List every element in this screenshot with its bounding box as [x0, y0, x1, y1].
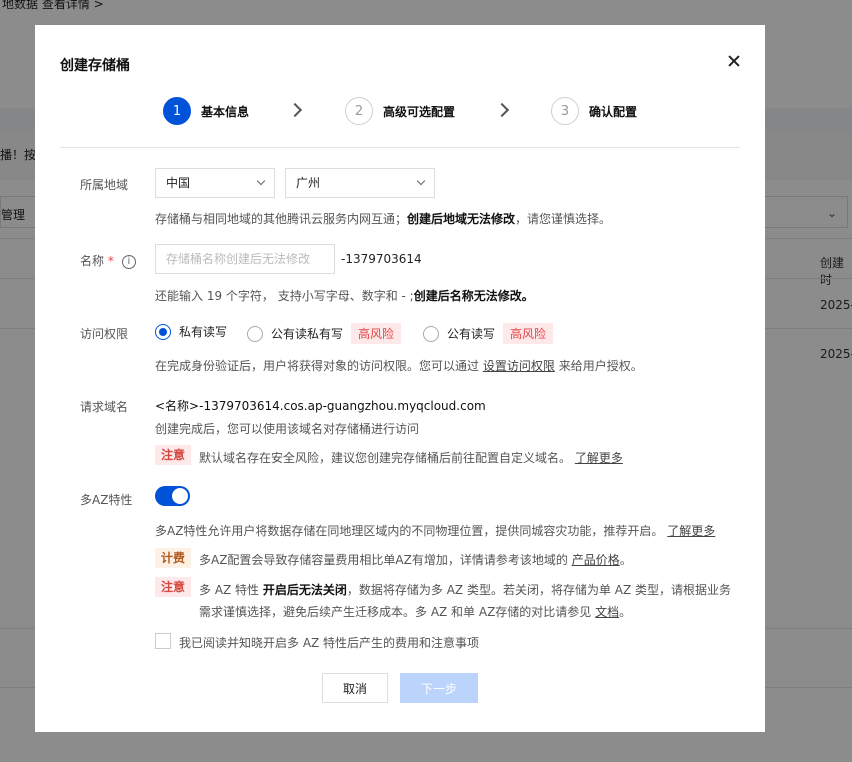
learn-more-link[interactable]: 了解更多	[667, 524, 715, 538]
step-confirm: 3 确认配置	[551, 97, 637, 125]
radio-public-read-write[interactable]: 公有读写 高风险	[423, 323, 554, 344]
radio-icon	[155, 323, 171, 340]
country-select[interactable]: 中国	[155, 168, 275, 198]
billing-note: 多AZ配置会导致存储容量费用相比单AZ有增加，详情请参考该地域的 产品价格。	[199, 553, 632, 567]
domain-hint: 创建完成后，您可以使用该域名对存储桶进行访问	[155, 422, 420, 436]
agree-label: 我已阅读并知晓开启多 AZ 特性后产生的费用和注意事项	[179, 636, 480, 650]
step-advanced-config: 2 高级可选配置	[345, 97, 455, 125]
info-icon[interactable]: i	[121, 254, 136, 269]
document-link[interactable]: 文档	[595, 605, 619, 619]
multi-az-toggle[interactable]	[155, 486, 190, 506]
chevron-down-icon	[416, 176, 426, 186]
region-hint: 存储桶与相同地域的其他腾讯云服务内网互通；创建后地域无法修改，请您谨慎选择。	[155, 212, 612, 226]
multi-az-label: 多AZ特性	[80, 493, 133, 507]
multi-az-warning-line2: 需求谨慎选择，避免后续产生迁移成本。多 AZ 和单 AZ存储的对比请参见 文档。	[199, 605, 632, 619]
name-label: 名称 * i	[80, 252, 136, 269]
agree-checkbox[interactable]	[155, 633, 171, 649]
chevron-down-icon	[256, 176, 266, 186]
high-risk-badge: 高风险	[351, 323, 402, 344]
domain-notice: 默认域名存在安全风险，建议您创建完存储桶后前往配置自定义域名。 了解更多	[199, 451, 623, 465]
divider	[60, 147, 740, 148]
notice-badge: 注意	[155, 445, 192, 465]
multi-az-warning-line1: 多 AZ 特性 开启后无法关闭，数据将存储为多 AZ 类型。若关闭，将存储为单 …	[199, 583, 732, 597]
bucket-name-suffix: -1379703614	[341, 252, 422, 266]
domain-label: 请求域名	[80, 400, 129, 414]
access-hint: 在完成身份验证后，用户将获得对象的访问权限。您可以通过 设置访问权限 来给用户授…	[155, 359, 643, 373]
create-bucket-dialog: 创建存储桶 1 基本信息 2 高级可选配置 3 确认配置 所属地域 中国 广州 …	[35, 25, 765, 732]
radio-private-read-write[interactable]: 私有读写	[155, 323, 227, 340]
notice-badge: 注意	[155, 577, 192, 597]
bucket-name-input[interactable]	[155, 244, 335, 274]
cancel-button[interactable]: 取消	[322, 673, 388, 703]
product-price-link[interactable]: 产品价格	[572, 553, 620, 567]
set-access-link[interactable]: 设置访问权限	[483, 359, 555, 373]
stepper: 1 基本信息 2 高级可选配置 3 确认配置	[35, 97, 765, 127]
chevron-right-icon	[287, 102, 303, 118]
multi-az-desc: 多AZ特性允许用户将数据存储在同地理区域内的不同物理位置，提供同城容灾功能，推荐…	[155, 524, 716, 538]
domain-value: <名称>-1379703614.cos.ap-guangzhou.myqclou…	[155, 399, 486, 413]
city-select[interactable]: 广州	[285, 168, 435, 198]
radio-icon	[423, 325, 439, 342]
radio-public-read-private-write[interactable]: 公有读私有写 高风险	[247, 323, 402, 344]
step-basic-info: 1 基本信息	[163, 97, 249, 125]
billing-badge: 计费	[155, 548, 192, 568]
close-icon[interactable]	[726, 53, 742, 69]
high-risk-badge: 高风险	[503, 323, 554, 344]
name-hint: 还能输入 19 个字符， 支持小写字母、数字和 - ;创建后名称无法修改。	[155, 289, 534, 303]
access-label: 访问权限	[80, 327, 129, 341]
region-label: 所属地域	[80, 178, 129, 192]
radio-icon	[247, 325, 263, 342]
chevron-right-icon	[494, 102, 510, 118]
learn-more-link[interactable]: 了解更多	[575, 451, 623, 465]
next-button[interactable]: 下一步	[400, 673, 478, 703]
dialog-title: 创建存储桶	[60, 58, 130, 74]
